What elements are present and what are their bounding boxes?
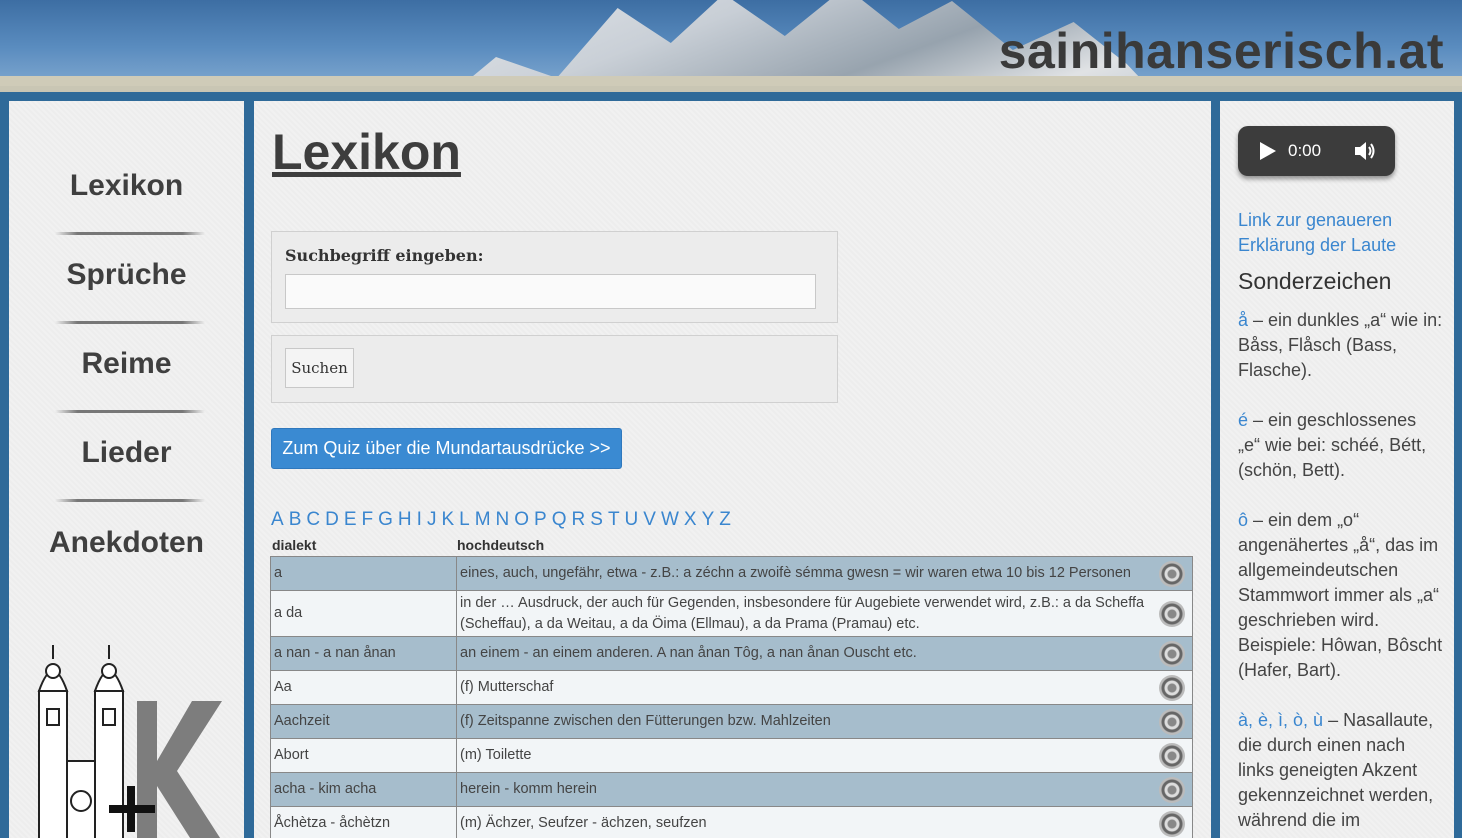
nav-divider — [55, 499, 205, 502]
cell-hochdeutsch: an einem - an einem anderen. A nan ånan … — [456, 636, 1153, 671]
alphabet-letter-s[interactable]: S — [590, 509, 603, 530]
col-hochdeutsch: hochdeutsch — [457, 537, 545, 553]
search-button[interactable]: Suchen — [285, 348, 354, 388]
search-input[interactable] — [285, 274, 816, 309]
table-row: a da in der … Ausdruck, der auch für Geg… — [270, 590, 1193, 637]
search-form: Suchbegriff eingeben: — [271, 231, 838, 323]
special-char-entry: å – ein dunkles „a“ wie in: Båss, Flåsch… — [1238, 310, 1443, 380]
special-char-entry: à, è, ì, ò, ù – Nasallaute, die durch ei… — [1238, 710, 1434, 830]
cell-hochdeutsch: (f) Mutterschaf — [456, 670, 1153, 705]
nav-divider — [55, 321, 205, 324]
alphabet-letter-z[interactable]: Z — [719, 509, 731, 530]
table-row: Aachzeit (f) Zeitspanne zwischen den Füt… — [270, 704, 1193, 739]
alphabet-letter-t[interactable]: T — [608, 509, 620, 530]
alphabet-letter-w[interactable]: W — [661, 509, 679, 530]
alphabet-letter-k[interactable]: K — [441, 509, 454, 530]
left-nav: Lexikon Sprüche Reime Lieder Anekdoten — [9, 101, 244, 838]
cell-dialekt: Aa — [270, 670, 457, 705]
cell-hochdeutsch: in der … Ausdruck, der auch für Gegenden… — [456, 590, 1153, 637]
alphabet-letter-i[interactable]: I — [417, 509, 422, 530]
search-button-box: Suchen — [271, 335, 838, 403]
alphabet-letter-u[interactable]: U — [625, 509, 639, 530]
alphabet-letter-r[interactable]: R — [572, 509, 586, 530]
special-char-entry: é – ein geschlossenes „e“ wie bei: schéé… — [1238, 410, 1427, 480]
special-char-symbol[interactable]: é — [1238, 410, 1248, 430]
cell-dialekt: Abort — [270, 738, 457, 773]
cell-hochdeutsch: herein - komm herein — [456, 772, 1153, 807]
audio-player[interactable]: 0:00 — [1238, 126, 1395, 176]
alphabet-letter-l[interactable]: L — [459, 509, 470, 530]
alphabet-letter-n[interactable]: N — [496, 509, 510, 530]
speaker-icon[interactable] — [1159, 708, 1186, 735]
alphabet-letter-g[interactable]: G — [378, 509, 393, 530]
alphabet-letter-q[interactable]: Q — [552, 509, 567, 530]
lexicon-table: a eines, auch, ungefähr, etwa - z.B.: a … — [270, 556, 1193, 838]
nav-divider — [55, 410, 205, 413]
page-title: Lexikon — [272, 124, 461, 180]
alphabet-letter-j[interactable]: J — [427, 509, 437, 530]
cell-hochdeutsch: (m) Toilette — [456, 738, 1153, 773]
alphabet-letter-h[interactable]: H — [398, 509, 412, 530]
nav-lieder[interactable]: Lieder — [9, 436, 244, 470]
special-char-symbol[interactable]: à, è, ì, ò, ù — [1238, 710, 1323, 730]
alphabet-letter-d[interactable]: D — [325, 509, 339, 530]
cell-dialekt: Aachzeit — [270, 704, 457, 739]
alphabet-letter-b[interactable]: B — [289, 509, 302, 530]
alphabet-letter-y[interactable]: Y — [702, 509, 715, 530]
speaker-icon[interactable] — [1159, 776, 1186, 803]
alphabet-nav: ABCDEFGHIJKLMNOPQRSTUVWXYZ — [271, 509, 736, 531]
table-row: Åchètza - åchètzn (m) Ächzer, Seufzer - … — [270, 806, 1193, 838]
alphabet-letter-c[interactable]: C — [306, 509, 320, 530]
cell-dialekt: Åchètza - åchètzn — [270, 806, 457, 838]
speaker-icon[interactable] — [1159, 810, 1186, 837]
special-char-symbol[interactable]: å — [1238, 310, 1248, 330]
col-dialekt: dialekt — [272, 537, 317, 553]
cell-dialekt: a nan - a nan ånan — [270, 636, 457, 671]
audio-time: 0:00 — [1288, 141, 1322, 160]
nav-lexikon[interactable]: Lexikon — [9, 169, 244, 203]
table-row: a eines, auch, ungefähr, etwa - z.B.: a … — [270, 556, 1193, 591]
cell-dialekt: a — [270, 556, 457, 591]
alphabet-letter-e[interactable]: E — [344, 509, 357, 530]
site-header: sainihanserisch.at — [0, 0, 1462, 92]
alphabet-letter-p[interactable]: P — [534, 509, 547, 530]
cell-dialekt: a da — [270, 590, 457, 637]
special-char-entry: ô – ein dem „o“ angenähertes „å“, das im… — [1238, 510, 1443, 680]
speaker-icon[interactable] — [1159, 640, 1186, 667]
cell-hochdeutsch: (m) Ächzer, Seufzer - ächzen, seufzen — [456, 806, 1153, 838]
nav-sprueche[interactable]: Sprüche — [9, 258, 244, 292]
alphabet-letter-x[interactable]: X — [684, 509, 697, 530]
alphabet-letter-o[interactable]: O — [514, 509, 529, 530]
sounds-explanation-link[interactable]: Link zur genaueren Erklärung der Laute — [1238, 208, 1438, 258]
quiz-button[interactable]: Zum Quiz über die Mundartausdrücke >> — [271, 428, 622, 469]
site-title[interactable]: sainihanserisch.at — [999, 22, 1444, 80]
main-content: Lexikon Suchbegriff eingeben: Suchen Zum… — [254, 101, 1211, 838]
speaker-icon[interactable] — [1159, 560, 1186, 587]
speaker-icon[interactable] — [1159, 742, 1186, 769]
special-char-symbol[interactable]: ô — [1238, 510, 1248, 530]
alphabet-letter-v[interactable]: V — [643, 509, 656, 530]
table-row: Aa (f) Mutterschaf — [270, 670, 1193, 705]
search-label: Suchbegriff eingeben: — [285, 246, 484, 265]
nav-divider — [55, 232, 205, 235]
table-row: a nan - a nan ånan an einem - an einem a… — [270, 636, 1193, 671]
volume-icon[interactable] — [1352, 138, 1378, 164]
table-row: acha - kim acha herein - komm herein — [270, 772, 1193, 807]
play-icon[interactable] — [1260, 142, 1276, 160]
church-logo-icon — [37, 645, 222, 838]
right-sidebar: 0:00 Link zur genaueren Erklärung der La… — [1220, 101, 1454, 838]
speaker-icon[interactable] — [1159, 674, 1186, 701]
special-chars-heading: Sonderzeichen — [1238, 268, 1392, 294]
alphabet-letter-a[interactable]: A — [271, 509, 284, 530]
speaker-icon[interactable] — [1159, 600, 1186, 627]
alphabet-letter-m[interactable]: M — [475, 509, 491, 530]
cell-hochdeutsch: (f) Zeitspanne zwischen den Fütterungen … — [456, 704, 1153, 739]
alphabet-letter-f[interactable]: F — [362, 509, 374, 530]
cell-dialekt: acha - kim acha — [270, 772, 457, 807]
table-row: Abort (m) Toilette — [270, 738, 1193, 773]
nav-reime[interactable]: Reime — [9, 347, 244, 381]
cell-hochdeutsch: eines, auch, ungefähr, etwa - z.B.: a zé… — [456, 556, 1153, 591]
table-header: dialekt hochdeutsch — [272, 537, 544, 553]
nav-anekdoten[interactable]: Anekdoten — [9, 526, 244, 560]
